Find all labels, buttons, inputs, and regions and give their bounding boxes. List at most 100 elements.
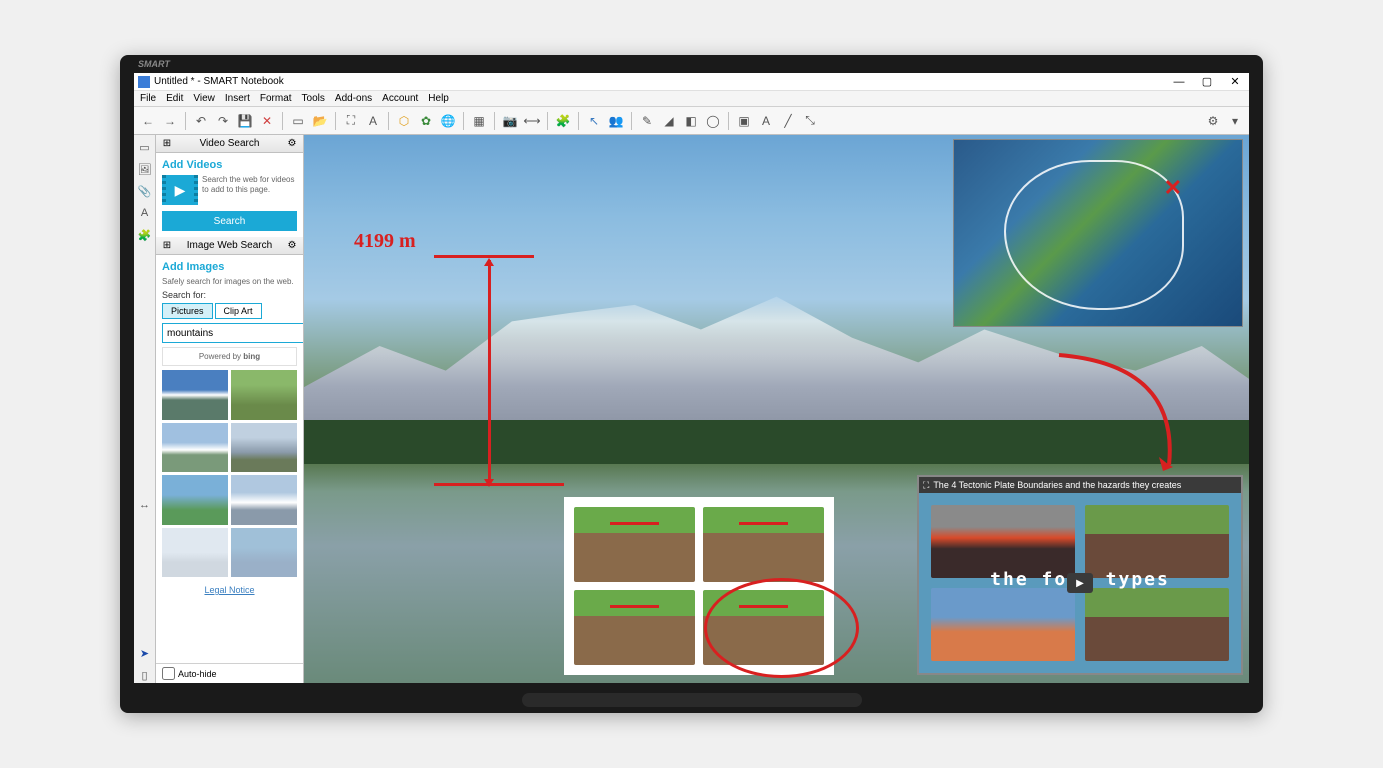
next-page-button[interactable]: → [160, 111, 180, 131]
attachment-icon[interactable]: 📎 [137, 183, 153, 199]
text-tool-button[interactable]: A [363, 111, 383, 131]
menu-insert[interactable]: Insert [225, 93, 250, 104]
canvas[interactable]: 4199 m ✕ [304, 135, 1249, 683]
embedded-video[interactable]: ⛶ The 4 Tectonic Plate Boundaries and th… [917, 475, 1243, 675]
text-a-tool[interactable]: A [756, 111, 776, 131]
plate-block [574, 507, 695, 582]
camera-icon[interactable]: 📷 [500, 111, 520, 131]
activity-button[interactable]: ⬡ [394, 111, 414, 131]
search-for-label: Search for: [162, 290, 297, 300]
video-play-button[interactable]: ▶ [1067, 573, 1093, 593]
panel-gear-icon-2[interactable]: ⚙ [285, 239, 299, 253]
fill-tool[interactable]: ▣ [734, 111, 754, 131]
open-button[interactable]: 📂 [310, 111, 330, 131]
height-annotation: 4199 m [354, 230, 416, 253]
menu-edit[interactable]: Edit [166, 93, 183, 104]
titlebar: Untitled * - SMART Notebook — ▢ ✕ [134, 73, 1249, 91]
puzzle-icon[interactable]: 🧩 [553, 111, 573, 131]
video-thumb-block [931, 505, 1075, 578]
grid-icon[interactable]: ⊞ [160, 137, 174, 151]
rail-page-icon[interactable]: ▯ [137, 667, 153, 683]
image-result[interactable] [162, 475, 228, 525]
video-panel-title: Video Search [174, 138, 285, 149]
video-expand-icon[interactable]: ⛶ [923, 480, 929, 491]
pen-tray [522, 693, 862, 707]
autohide-row: Auto-hide [156, 663, 303, 683]
tab-pictures[interactable]: Pictures [162, 303, 213, 319]
toolbar-dropdown-icon[interactable]: ▾ [1225, 111, 1245, 131]
menu-help[interactable]: Help [428, 93, 449, 104]
rail-expand-icon[interactable]: ↔ [137, 497, 153, 513]
video-thumb-block [1085, 505, 1229, 578]
tab-clipart[interactable]: Clip Art [215, 303, 262, 319]
panel-gear-icon[interactable]: ⚙ [285, 137, 299, 151]
video-titlebar: ⛶ The 4 Tectonic Plate Boundaries and th… [919, 477, 1241, 493]
page-sorter-icon[interactable]: ▭ [137, 139, 153, 155]
image-result[interactable] [162, 370, 228, 420]
image-result[interactable] [231, 423, 297, 473]
annotation-baseline [434, 483, 564, 486]
video-panel: Add Videos ▶ Search the web for videos t… [156, 153, 303, 237]
select-tool[interactable]: ↖ [584, 111, 604, 131]
settings-gear-icon[interactable]: ⚙ [1203, 111, 1223, 131]
menu-file[interactable]: File [140, 93, 156, 104]
menu-format[interactable]: Format [260, 93, 292, 104]
image-result[interactable] [162, 528, 228, 578]
grid-icon-2[interactable]: ⊞ [160, 239, 174, 253]
maximize-button[interactable]: ▢ [1197, 75, 1217, 89]
globe-button[interactable]: 🌐 [438, 111, 458, 131]
move-tab-icon[interactable]: ➤ [137, 645, 153, 661]
legal-notice-link[interactable]: Legal Notice [162, 585, 297, 595]
slider-icon[interactable]: ⟷ [522, 111, 542, 131]
pen-tool[interactable]: ✎ [637, 111, 657, 131]
properties-icon[interactable]: A [137, 205, 153, 221]
image-result[interactable] [231, 370, 297, 420]
table-button[interactable]: ▦ [469, 111, 489, 131]
image-subheading: Safely search for images on the web. [162, 277, 297, 286]
content-area: ▭ 🖼 📎 A 🧩 ↔ ➤ ▯ ⊞ Video Search ⚙ [134, 135, 1249, 683]
height-arrow [488, 260, 491, 485]
image-result[interactable] [231, 528, 297, 578]
image-panel-title: Image Web Search [174, 240, 285, 251]
image-panel-header: ⊞ Image Web Search ⚙ [156, 237, 303, 255]
addon-tab-icon[interactable]: 🧩 [137, 227, 153, 243]
bing-logo: bing [243, 352, 260, 361]
side-panel: ⊞ Video Search ⚙ Add Videos ▶ Search the… [156, 135, 304, 683]
pacific-plate-outline [1004, 160, 1184, 310]
line-tool[interactable]: ╱ [778, 111, 798, 131]
save-button[interactable]: 💾 [235, 111, 255, 131]
autohide-label: Auto-hide [178, 669, 217, 679]
dropper-tool[interactable]: ⤡ [800, 111, 820, 131]
screen-capture-button[interactable]: ⛶ [341, 111, 361, 131]
shape-tool[interactable]: ◯ [703, 111, 723, 131]
left-rail: ▭ 🖼 📎 A 🧩 ↔ ➤ ▯ [134, 135, 156, 683]
image-result[interactable] [231, 475, 297, 525]
undo-button[interactable]: ↶ [191, 111, 211, 131]
image-search-input[interactable] [162, 323, 303, 343]
highlighter-tool[interactable]: ◢ [659, 111, 679, 131]
close-button[interactable]: ✕ [1225, 75, 1245, 89]
autohide-checkbox[interactable] [162, 667, 175, 680]
new-page-button[interactable]: ▭ [288, 111, 308, 131]
prev-page-button[interactable]: ← [138, 111, 158, 131]
menubar: File Edit View Insert Format Tools Add-o… [134, 91, 1249, 107]
video-search-button[interactable]: Search [162, 211, 297, 231]
plate-block [574, 590, 695, 665]
menu-view[interactable]: View [193, 93, 215, 104]
game-button[interactable]: ✿ [416, 111, 436, 131]
people-icon[interactable]: 👥 [606, 111, 626, 131]
map-x-mark: ✕ [1164, 175, 1182, 201]
menu-tools[interactable]: Tools [302, 93, 325, 104]
video-thumb-block [1085, 588, 1229, 661]
redo-button[interactable]: ↷ [213, 111, 233, 131]
eraser-tool[interactable]: ◧ [681, 111, 701, 131]
menu-account[interactable]: Account [382, 93, 418, 104]
image-result[interactable] [162, 423, 228, 473]
delete-button[interactable]: ✕ [257, 111, 277, 131]
menu-addons[interactable]: Add-ons [335, 93, 372, 104]
gallery-icon[interactable]: 🖼 [137, 161, 153, 177]
app-icon [138, 76, 150, 88]
curved-arrow-annotation [1049, 345, 1189, 475]
tectonic-map-image[interactable]: ✕ [953, 139, 1243, 327]
minimize-button[interactable]: — [1169, 75, 1189, 89]
